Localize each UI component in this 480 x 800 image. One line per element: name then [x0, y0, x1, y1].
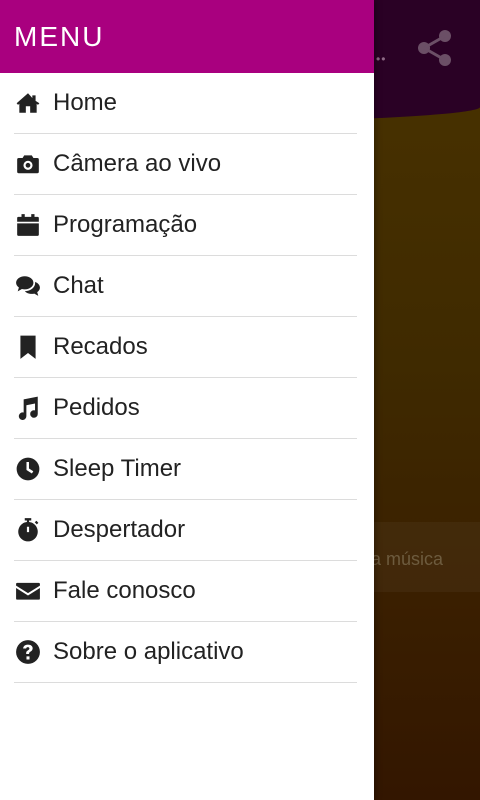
envelope-icon	[14, 577, 42, 605]
now-playing-text: a música	[371, 549, 444, 569]
menu-item-label: Câmera ao vivo	[53, 150, 222, 177]
menu-item-label: Despertador	[53, 516, 186, 543]
menu-item-messages[interactable]: Recados	[14, 317, 357, 378]
menu-item-contact[interactable]: Fale conosco	[14, 561, 357, 622]
home-icon	[14, 89, 42, 117]
drawer-header: MENU	[0, 0, 374, 73]
navigation-drawer: MENU Home Câmera ao vivo Programação Cha…	[0, 0, 374, 800]
calendar-icon	[14, 211, 42, 239]
menu-item-requests[interactable]: Pedidos	[14, 378, 357, 439]
clock-icon	[14, 455, 42, 483]
menu-item-label: Sleep Timer	[53, 455, 182, 482]
menu-item-home[interactable]: Home	[14, 73, 357, 134]
stopwatch-icon	[14, 516, 42, 544]
menu-item-sleep-timer[interactable]: Sleep Timer	[14, 439, 357, 500]
menu-item-label: Recados	[53, 333, 148, 360]
chat-icon	[14, 272, 42, 300]
drawer-title: MENU	[14, 20, 105, 52]
menu-item-label: Fale conosco	[53, 577, 196, 604]
menu-item-label: Programação	[53, 211, 198, 238]
menu-item-camera[interactable]: Câmera ao vivo	[14, 134, 357, 195]
menu-item-label: Sobre o aplicativo	[53, 638, 244, 665]
menu-item-about[interactable]: Sobre o aplicativo	[14, 622, 357, 683]
more-dots: ••	[376, 52, 387, 66]
menu-item-label: Pedidos	[53, 394, 140, 421]
bookmark-icon	[14, 333, 42, 361]
menu-item-label: Chat	[53, 272, 104, 299]
menu-item-programming[interactable]: Programação	[14, 195, 357, 256]
question-icon	[14, 638, 42, 666]
music-icon	[14, 394, 42, 422]
share-icon[interactable]	[415, 28, 455, 68]
menu-list: Home Câmera ao vivo Programação Chat Rec…	[0, 73, 374, 683]
menu-item-label: Home	[53, 89, 118, 116]
camera-icon	[14, 150, 42, 178]
menu-item-chat[interactable]: Chat	[14, 256, 357, 317]
menu-item-alarm[interactable]: Despertador	[14, 500, 357, 561]
